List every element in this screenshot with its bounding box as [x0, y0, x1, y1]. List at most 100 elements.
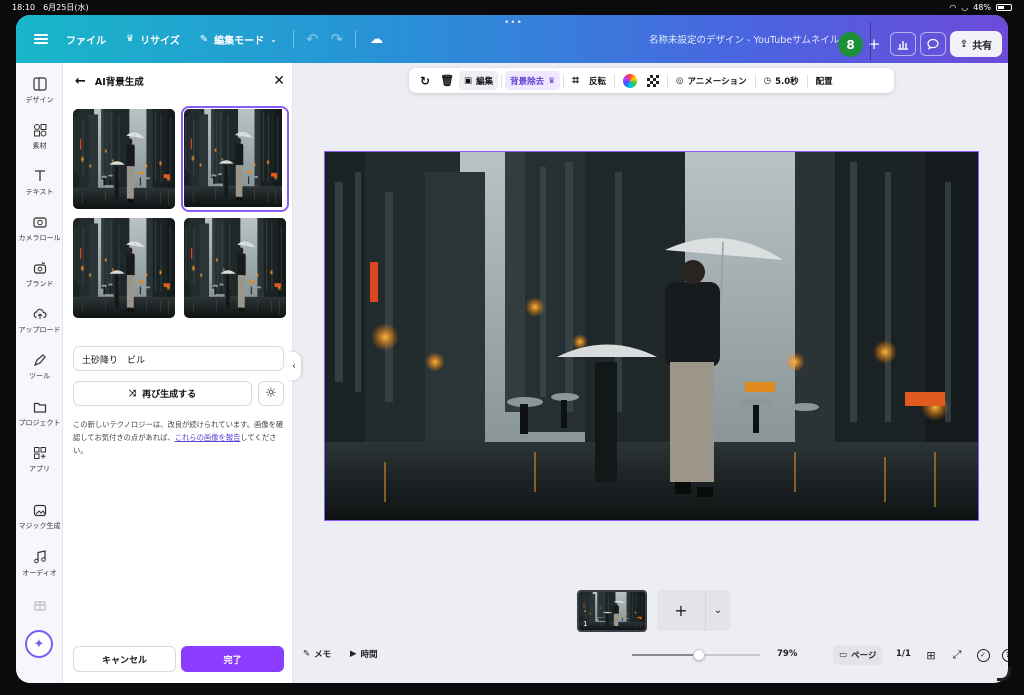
rail-item-tools[interactable]: ツール	[16, 353, 63, 381]
rail-item-magic-media[interactable]: マジック生成	[16, 503, 63, 531]
duration-button[interactable]: ◷ 5.0秒	[759, 71, 804, 90]
report-images-link[interactable]: これらの画像を報告	[175, 433, 241, 442]
rail-label: デザイン	[25, 96, 54, 104]
thumb-image	[73, 218, 175, 318]
prompt-input[interactable]: 土砂降り ビル	[73, 346, 284, 371]
zoom-slider-handle[interactable]	[692, 649, 705, 661]
crown-icon: ♛	[126, 34, 135, 44]
cloud-sync-icon[interactable]: ☁	[362, 32, 391, 47]
transparency-button[interactable]	[642, 71, 664, 90]
camera-icon	[32, 217, 47, 228]
battery-percent: 48%	[973, 3, 991, 12]
crown-icon: ♛	[548, 76, 556, 85]
fullscreen-icon[interactable]: ⤢	[949, 647, 965, 663]
brand-icon	[33, 261, 46, 274]
redo-icon[interactable]: ↷	[324, 30, 349, 48]
help-icon[interactable]: ?	[1000, 647, 1008, 663]
rail-item-projects[interactable]: プロジェクト	[16, 400, 63, 428]
chevron-down-icon: ⌄	[270, 34, 277, 44]
design-canvas[interactable]	[324, 151, 979, 521]
edit-mode-button[interactable]: ✎ 編集モード ⌄	[190, 25, 287, 53]
color-button[interactable]	[618, 71, 642, 90]
page-count[interactable]: 1/1	[896, 649, 911, 659]
add-page-button[interactable]: + ⌄	[657, 590, 730, 631]
undo-icon[interactable]: ↶	[300, 30, 325, 48]
cloud-upload-icon	[33, 308, 47, 319]
comment-icon[interactable]	[920, 32, 946, 56]
animation-label: アニメーション	[687, 76, 747, 87]
bg-remove-label: 背景除去	[510, 76, 545, 87]
music-note-icon	[33, 550, 46, 564]
generated-thumb-2[interactable]	[181, 106, 289, 212]
edit-image-button[interactable]: ▣ 編集	[459, 71, 499, 90]
delete-button[interactable]: 🗑	[435, 71, 459, 90]
timer-button[interactable]: ▶ 時間	[350, 648, 378, 660]
crop-button[interactable]: ⌗	[567, 71, 584, 90]
pages-button[interactable]: ▭ ページ	[833, 645, 883, 665]
canvas-image[interactable]	[325, 152, 978, 520]
add-collaborator-icon[interactable]: +	[864, 22, 884, 60]
pencil-icon: ✎	[199, 33, 209, 45]
page-thumb-image	[579, 592, 645, 630]
done-button[interactable]: 完了	[181, 646, 284, 672]
status-right: ◠ ◡ 48%	[949, 3, 1012, 12]
status-bar: 18:10 6月25日(水) ◠ ◡ 48%	[0, 0, 1024, 15]
cancel-button[interactable]: キャンセル	[73, 646, 176, 672]
chevron-down-icon[interactable]: ⌄	[705, 590, 730, 631]
rail-item-design[interactable]: デザイン	[16, 77, 63, 105]
edit-mode-label: 編集モード	[214, 35, 265, 47]
bg-remove-button[interactable]: 背景除去 ♛	[505, 71, 561, 90]
rail-item-brand[interactable]: ブランド	[16, 261, 63, 289]
menu-icon[interactable]	[34, 34, 48, 44]
resize-button[interactable]: ♛ リサイズ	[116, 25, 190, 53]
rail-label: マジック生成	[18, 522, 61, 530]
play-box-icon: ▶	[350, 649, 357, 659]
rail-item-uploads[interactable]: アップロード	[16, 307, 63, 335]
multitask-dots-icon[interactable]: •••	[504, 18, 523, 28]
zoom-slider-fill	[632, 654, 699, 656]
generated-thumb-1[interactable]	[73, 109, 175, 209]
pages-label: ページ	[851, 651, 877, 661]
back-arrow-icon[interactable]: ←	[75, 74, 86, 89]
flip-button[interactable]: 反転	[584, 71, 611, 90]
rail-item-apps[interactable]: アプリ	[16, 446, 63, 474]
close-icon[interactable]: ✕	[273, 73, 285, 89]
refresh-sparkle-icon: ↻	[420, 73, 431, 88]
zoom-slider[interactable]	[632, 649, 760, 661]
text-icon	[34, 170, 45, 181]
regenerate-label: 再び生成する	[142, 390, 197, 400]
generated-thumb-3[interactable]	[73, 218, 175, 318]
rail-item-elements[interactable]: 素材	[16, 123, 63, 151]
share-button[interactable]: ⇪ 共有	[950, 31, 1002, 57]
page-thumbnail[interactable]: 1	[577, 590, 647, 632]
avatar[interactable]: 8	[838, 32, 863, 57]
rail-item-text[interactable]: テキスト	[16, 169, 63, 197]
zoom-level[interactable]: 79%	[777, 649, 797, 659]
document-title[interactable]: 名称未設定のデザイン - YouTubeサムネイル	[649, 32, 839, 46]
regenerate-button[interactable]: ⤨ 再び生成する	[73, 381, 252, 406]
file-menu-label: ファイル	[66, 35, 106, 47]
magic-assistant-button[interactable]: ✦	[25, 630, 53, 658]
notes-button[interactable]: ✎ メモ	[303, 648, 331, 660]
duration-label: 5.0秒	[775, 76, 799, 87]
insights-icon[interactable]	[890, 32, 916, 56]
share-label: 共有	[972, 40, 993, 52]
rail-item-more[interactable]	[16, 597, 63, 611]
clock-icon: ◷	[763, 75, 772, 86]
file-menu-button[interactable]: ファイル	[56, 25, 116, 53]
rail-item-audio[interactable]: オーディオ	[16, 550, 63, 578]
panel-header: ← AI背景生成 ✕	[75, 73, 285, 89]
flip-label: 反転	[589, 76, 607, 87]
brightness-button[interactable]: ☼	[258, 381, 284, 406]
divider	[292, 30, 294, 48]
rail-item-camera-roll[interactable]: カメラロール	[16, 215, 63, 243]
ai-refresh-button[interactable]: ↻	[415, 71, 435, 90]
apps-icon	[33, 447, 46, 459]
collapse-panel-button[interactable]: ‹	[287, 352, 301, 380]
rail-label: テキスト	[25, 188, 54, 196]
animation-button[interactable]: ◎ アニメーション	[671, 71, 752, 90]
position-button[interactable]: 配置	[811, 71, 838, 90]
check-circle-icon[interactable]: ✓	[975, 647, 991, 663]
generated-thumb-4[interactable]	[184, 218, 286, 318]
grid-view-icon[interactable]: ⊞	[923, 647, 939, 663]
